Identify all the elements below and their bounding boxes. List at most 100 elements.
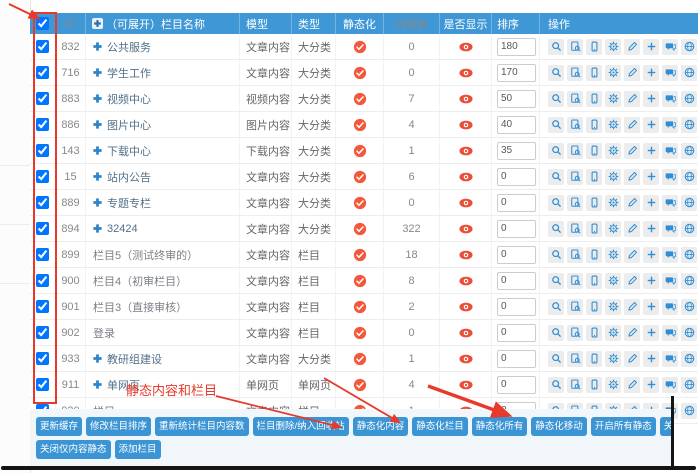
search-action-icon[interactable] [548, 39, 564, 55]
sort-input[interactable] [497, 194, 536, 212]
row-checkbox[interactable] [36, 92, 49, 105]
edit-action-icon[interactable] [624, 195, 640, 211]
comments-action-icon[interactable] [662, 247, 678, 263]
settings-action-icon[interactable] [605, 299, 621, 315]
visit-site-action-icon[interactable] [681, 195, 697, 211]
add-sub-column-action-icon[interactable] [643, 143, 659, 159]
search-action-icon[interactable] [548, 65, 564, 81]
mobile-view-action-icon[interactable] [586, 169, 602, 185]
sort-input[interactable] [497, 220, 536, 238]
column-name-link[interactable]: 下载中心 [107, 143, 151, 159]
mobile-view-action-icon[interactable] [586, 143, 602, 159]
edit-action-icon[interactable] [624, 221, 640, 237]
visit-site-action-icon[interactable] [681, 377, 697, 393]
edit-action-icon[interactable] [624, 299, 640, 315]
comments-action-icon[interactable] [662, 273, 678, 289]
expand-plus-icon[interactable] [92, 67, 103, 78]
column-name-link[interactable]: 专题专栏 [107, 195, 151, 211]
row-checkbox[interactable] [36, 118, 49, 131]
staticized-check-icon[interactable] [353, 352, 367, 366]
add-sub-column-action-icon[interactable] [643, 65, 659, 81]
row-checkbox[interactable] [36, 170, 49, 183]
visibility-eye-icon[interactable] [459, 94, 473, 104]
comments-action-icon[interactable] [662, 299, 678, 315]
column-name-link[interactable]: 栏目5（测试终审的） [93, 247, 198, 263]
row-checkbox[interactable] [36, 300, 49, 313]
settings-action-icon[interactable] [605, 91, 621, 107]
comments-action-icon[interactable] [662, 195, 678, 211]
visit-site-action-icon[interactable] [681, 39, 697, 55]
search-action-icon[interactable] [548, 377, 564, 393]
staticized-check-icon[interactable] [353, 40, 367, 54]
visibility-eye-icon[interactable] [459, 250, 473, 260]
staticized-check-icon[interactable] [353, 222, 367, 236]
column-name-link[interactable]: 教研组建设 [107, 351, 162, 367]
edit-action-icon[interactable] [624, 117, 640, 133]
visibility-eye-icon[interactable] [459, 68, 473, 78]
search-action-icon[interactable] [548, 169, 564, 185]
comments-action-icon[interactable] [662, 169, 678, 185]
staticized-check-icon[interactable] [353, 170, 367, 184]
edit-action-icon[interactable] [624, 91, 640, 107]
expand-plus-icon[interactable] [92, 223, 103, 234]
staticized-check-icon[interactable] [353, 274, 367, 288]
edit-action-icon[interactable] [624, 273, 640, 289]
mobile-view-action-icon[interactable] [586, 299, 602, 315]
visit-site-action-icon[interactable] [681, 91, 697, 107]
edit-action-icon[interactable] [624, 247, 640, 263]
add-sub-column-action-icon[interactable] [643, 169, 659, 185]
recount-contents-button[interactable]: 重新统计栏目内容数 [155, 417, 249, 436]
enable-all-static-button[interactable]: 开启所有静态 [591, 417, 656, 436]
comments-action-icon[interactable] [662, 39, 678, 55]
staticize-column-button[interactable]: 静态化栏目 [412, 417, 468, 436]
sort-input[interactable] [497, 38, 536, 56]
add-sub-column-action-icon[interactable] [643, 91, 659, 107]
mobile-view-action-icon[interactable] [586, 325, 602, 341]
disable-content-only-static-button[interactable]: 关闭仅内容静态 [36, 440, 111, 459]
visibility-eye-icon[interactable] [459, 42, 473, 52]
visibility-eye-icon[interactable] [459, 172, 473, 182]
row-checkbox[interactable] [36, 40, 49, 53]
comments-action-icon[interactable] [662, 143, 678, 159]
sort-input[interactable] [497, 350, 536, 368]
staticized-check-icon[interactable] [353, 248, 367, 262]
staticize-all-button[interactable]: 静态化所有 [472, 417, 528, 436]
preview-page-action-icon[interactable] [567, 39, 583, 55]
expand-plus-icon[interactable] [92, 353, 103, 364]
add-sub-column-action-icon[interactable] [643, 39, 659, 55]
settings-action-icon[interactable] [605, 39, 621, 55]
edit-action-icon[interactable] [624, 65, 640, 81]
add-sub-column-action-icon[interactable] [643, 195, 659, 211]
staticized-check-icon[interactable] [353, 144, 367, 158]
row-checkbox[interactable] [36, 378, 49, 391]
visibility-eye-icon[interactable] [459, 302, 473, 312]
expand-plus-icon[interactable] [92, 171, 103, 182]
sort-input[interactable] [497, 376, 536, 394]
mobile-view-action-icon[interactable] [586, 351, 602, 367]
visit-site-action-icon[interactable] [681, 273, 697, 289]
comments-action-icon[interactable] [662, 65, 678, 81]
preview-page-action-icon[interactable] [567, 169, 583, 185]
comments-action-icon[interactable] [662, 325, 678, 341]
search-action-icon[interactable] [548, 351, 564, 367]
column-name-link[interactable]: 登录 [93, 325, 115, 341]
settings-action-icon[interactable] [605, 377, 621, 393]
header-name[interactable]: （可展开）栏目名称 [86, 13, 240, 34]
preview-page-action-icon[interactable] [567, 299, 583, 315]
mobile-view-action-icon[interactable] [586, 195, 602, 211]
column-name-link[interactable]: 站内公告 [107, 169, 151, 185]
expand-plus-icon[interactable] [92, 119, 103, 130]
sort-input[interactable] [497, 90, 536, 108]
search-action-icon[interactable] [548, 325, 564, 341]
search-action-icon[interactable] [548, 143, 564, 159]
expand-plus-icon[interactable] [92, 145, 103, 156]
comments-action-icon[interactable] [662, 91, 678, 107]
row-checkbox[interactable] [36, 222, 49, 235]
staticized-check-icon[interactable] [353, 66, 367, 80]
column-name-link[interactable]: 栏目3（直接审核） [93, 299, 187, 315]
settings-action-icon[interactable] [605, 143, 621, 159]
search-action-icon[interactable] [548, 195, 564, 211]
add-column-button[interactable]: 添加栏目 [115, 440, 161, 459]
preview-page-action-icon[interactable] [567, 65, 583, 81]
search-action-icon[interactable] [548, 247, 564, 263]
